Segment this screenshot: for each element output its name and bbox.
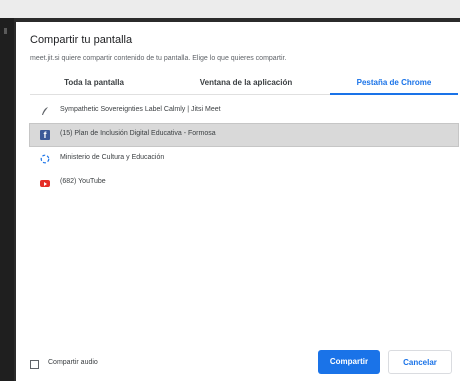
tab-entire-screen[interactable]: Toda la pantalla: [30, 72, 158, 94]
share-source-tabs: Toda la pantalla Ventana de la aplicació…: [30, 72, 458, 95]
youtube-icon: [40, 180, 50, 187]
loading-icon: [40, 154, 50, 164]
facebook-icon: f: [40, 130, 50, 140]
background-mark: [4, 28, 7, 34]
list-item-label: Sympathetic Sovereignties Label Calmly |…: [60, 106, 221, 113]
list-item[interactable]: Sympathetic Sovereignties Label Calmly |…: [30, 100, 458, 122]
jitsi-feather-icon: [42, 107, 48, 115]
share-screen-dialog: Compartir tu pantalla meet.jit.si quiere…: [16, 22, 460, 381]
list-item[interactable]: (682) YouTube: [30, 172, 458, 194]
list-item[interactable]: f (15) Plan de Inclusión Digital Educati…: [29, 123, 459, 147]
dialog-title: Compartir tu pantalla: [30, 34, 133, 46]
share-audio-label: Compartir audio: [48, 359, 98, 366]
cancel-button[interactable]: Cancelar: [388, 350, 452, 374]
tab-application-window[interactable]: Ventana de la aplicación: [170, 72, 322, 94]
chrome-tab-list: Sympathetic Sovereignties Label Calmly |…: [29, 100, 459, 330]
list-item-label: (15) Plan de Inclusión Digital Educativa…: [60, 130, 216, 137]
list-item-label: Ministerio de Cultura y Educación: [60, 154, 165, 161]
background-browser-bar: [0, 0, 460, 18]
background-page: [0, 18, 14, 381]
dialog-subtitle: meet.jit.si quiere compartir contenido d…: [30, 55, 287, 62]
share-audio-checkbox[interactable]: [30, 360, 39, 369]
list-item[interactable]: Ministerio de Cultura y Educación: [30, 148, 458, 170]
share-button[interactable]: Compartir: [318, 350, 380, 374]
list-item-label: (682) YouTube: [60, 178, 106, 185]
tab-chrome-tab[interactable]: Pestaña de Chrome: [330, 72, 458, 95]
